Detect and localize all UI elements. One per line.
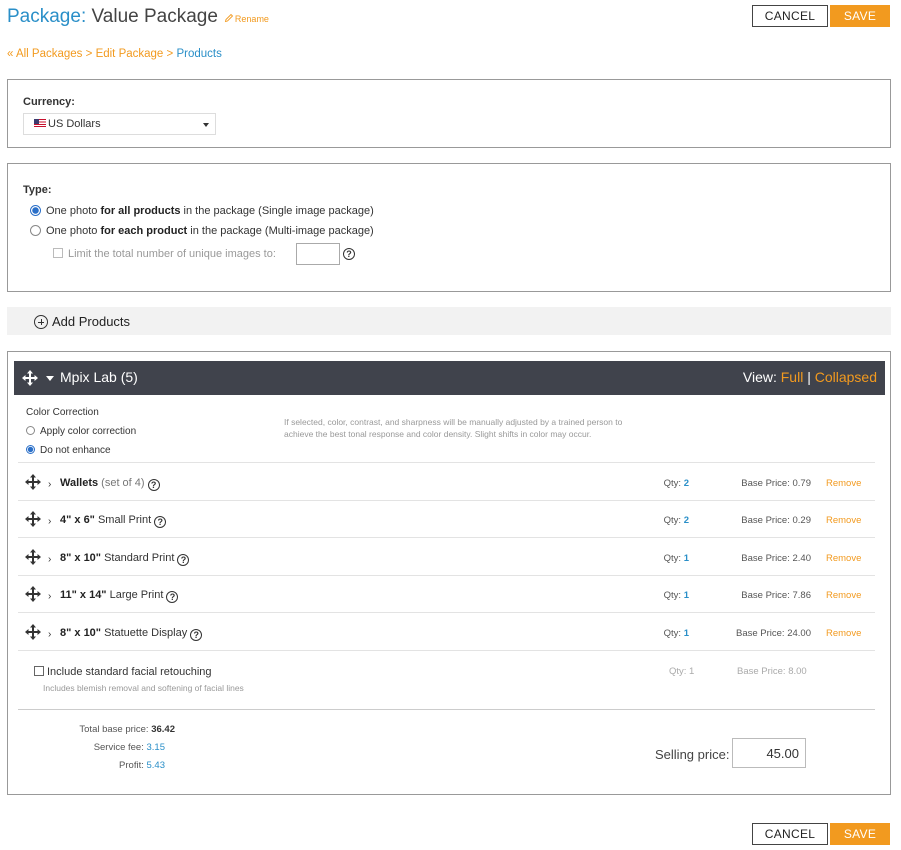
selling-price-input[interactable] [732,738,806,768]
rename-link[interactable]: Rename [224,13,269,24]
save-button[interactable]: SAVE [830,5,890,27]
breadcrumb: « All Packages > Edit Package > Products [7,48,222,60]
breadcrumb-edit-package[interactable]: Edit Package [96,48,164,60]
move-icon[interactable] [24,548,42,566]
product-name: 11" x 14" Large Print ? [60,589,179,603]
product-qty: Qty: 2 [663,478,689,489]
product-name: 8" x 10" Standard Print ? [60,552,190,566]
product-qty: Qty: 1 [663,553,689,564]
retouch-qty: Qty: 1 [669,666,695,677]
expand-chevron-icon[interactable]: › [48,629,51,640]
help-icon[interactable]: ? [166,591,179,603]
type-panel: Type: One photo for all products in the … [7,163,891,292]
move-icon[interactable] [24,585,42,603]
breadcrumb-current: Products [176,48,222,60]
retouch-base-price: Base Price: 8.00 [737,666,807,677]
radio-single[interactable] [30,205,41,216]
pencil-icon [224,13,234,23]
type-label: Type: [23,184,52,196]
product-row: › Wallets (set of 4) ? Qty: 2 Base Price: 0… [18,464,875,501]
add-circle-icon [34,315,48,329]
profit: Profit: 5.43 [119,760,165,771]
cc-option-apply[interactable]: Apply color correction [26,426,136,437]
expand-chevron-icon[interactable]: › [48,516,51,527]
expand-chevron-icon[interactable]: › [48,554,51,565]
package-name: Value Package [91,6,218,27]
product-row: › 8" x 10" Statuette Display ? Qty: 1 Base … [18,614,875,651]
help-icon[interactable]: ? [147,479,160,491]
remove-product-link[interactable]: Remove [826,628,861,639]
retouch-description: Includes blemish removal and softening o… [43,683,244,693]
selling-price-label: Selling price: [655,747,730,762]
move-icon[interactable] [24,473,42,491]
product-base-price: Base Price: 2.40 [741,553,811,564]
service-fee: Service fee: 3.15 [93,742,165,753]
chevron-down-icon [203,123,209,127]
page-title: Package: Value Package Rename [7,6,269,27]
remove-product-link[interactable]: Remove [826,515,861,526]
remove-product-link[interactable]: Remove [826,590,861,601]
expand-chevron-icon[interactable]: › [48,591,51,602]
product-base-price: Base Price: 0.79 [741,478,811,489]
currency-label: Currency: [23,96,75,108]
product-base-price: Base Price: 24.00 [736,628,811,639]
radio-do-not-enhance[interactable] [26,445,35,454]
help-icon[interactable]: ? [190,629,203,641]
type-option-multi[interactable]: One photo for each product in the packag… [30,225,374,237]
product-row: › 11" x 14" Large Print ? Qty: 1 Base Price… [18,576,875,613]
lab-panel: Mpix Lab (5) View: Full | Collapsed Colo… [7,351,891,795]
color-correction-title: Color Correction [26,407,99,418]
expand-chevron-icon[interactable]: › [48,479,51,490]
type-option-single[interactable]: One photo for all products in the packag… [30,205,374,217]
lab-name: Mpix Lab (5) [60,369,138,385]
product-base-price: Base Price: 7.86 [741,590,811,601]
product-row: › 4" x 6" Small Print ? Qty: 2 Base Price: … [18,501,875,538]
radio-multi[interactable] [30,225,41,236]
move-icon[interactable] [24,510,42,528]
move-icon[interactable] [24,623,42,641]
remove-product-link[interactable]: Remove [826,553,861,564]
help-icon[interactable]: ? [343,248,355,260]
product-qty: Qty: 1 [663,590,689,601]
limit-images-checkbox[interactable] [53,248,63,258]
us-flag-icon [34,119,46,127]
collapse-caret-icon[interactable] [46,376,54,381]
cancel-button[interactable]: CANCEL [752,5,828,27]
cc-option-none[interactable]: Do not enhance [26,445,111,456]
product-row: › 8" x 10" Standard Print ? Qty: 1 Base Pri… [18,539,875,576]
help-icon[interactable]: ? [154,516,167,528]
color-correction-note: If selected, color, contrast, and sharpn… [284,417,623,439]
cancel-button-bottom[interactable]: CANCEL [752,823,828,845]
add-products-bar[interactable]: Add Products [7,307,891,335]
save-button-bottom[interactable]: SAVE [830,823,890,845]
total-base-price: Total base price: 36.42 [79,724,175,735]
currency-panel: Currency: US Dollars [7,79,891,148]
product-name: 4" x 6" Small Print ? [60,514,167,528]
limit-images-input[interactable] [296,243,340,265]
move-icon[interactable] [21,369,39,387]
product-qty: Qty: 2 [663,515,689,526]
retouch-checkbox[interactable] [34,666,44,676]
product-qty: Qty: 1 [663,628,689,639]
lab-header-bar: Mpix Lab (5) View: Full | Collapsed [14,361,885,395]
add-products-label: Add Products [52,314,131,329]
currency-select[interactable]: US Dollars [23,113,216,135]
remove-product-link[interactable]: Remove [826,478,861,489]
product-name: 8" x 10" Statuette Display ? [60,627,203,641]
product-base-price: Base Price: 0.29 [741,515,811,526]
radio-apply-correction[interactable] [26,426,35,435]
view-full-link[interactable]: Full [781,369,804,385]
product-name: Wallets (set of 4) ? [60,477,160,491]
retouch-option[interactable]: Include standard facial retouching [34,666,212,678]
view-collapsed-link[interactable]: Collapsed [815,369,877,385]
breadcrumb-all-packages[interactable]: « All Packages [7,48,82,60]
view-switch: View: Full | Collapsed [742,369,877,385]
divider [18,709,875,710]
help-icon[interactable]: ? [177,554,190,566]
divider [18,462,875,463]
limit-images-option: Limit the total number of unique images … [53,248,276,260]
